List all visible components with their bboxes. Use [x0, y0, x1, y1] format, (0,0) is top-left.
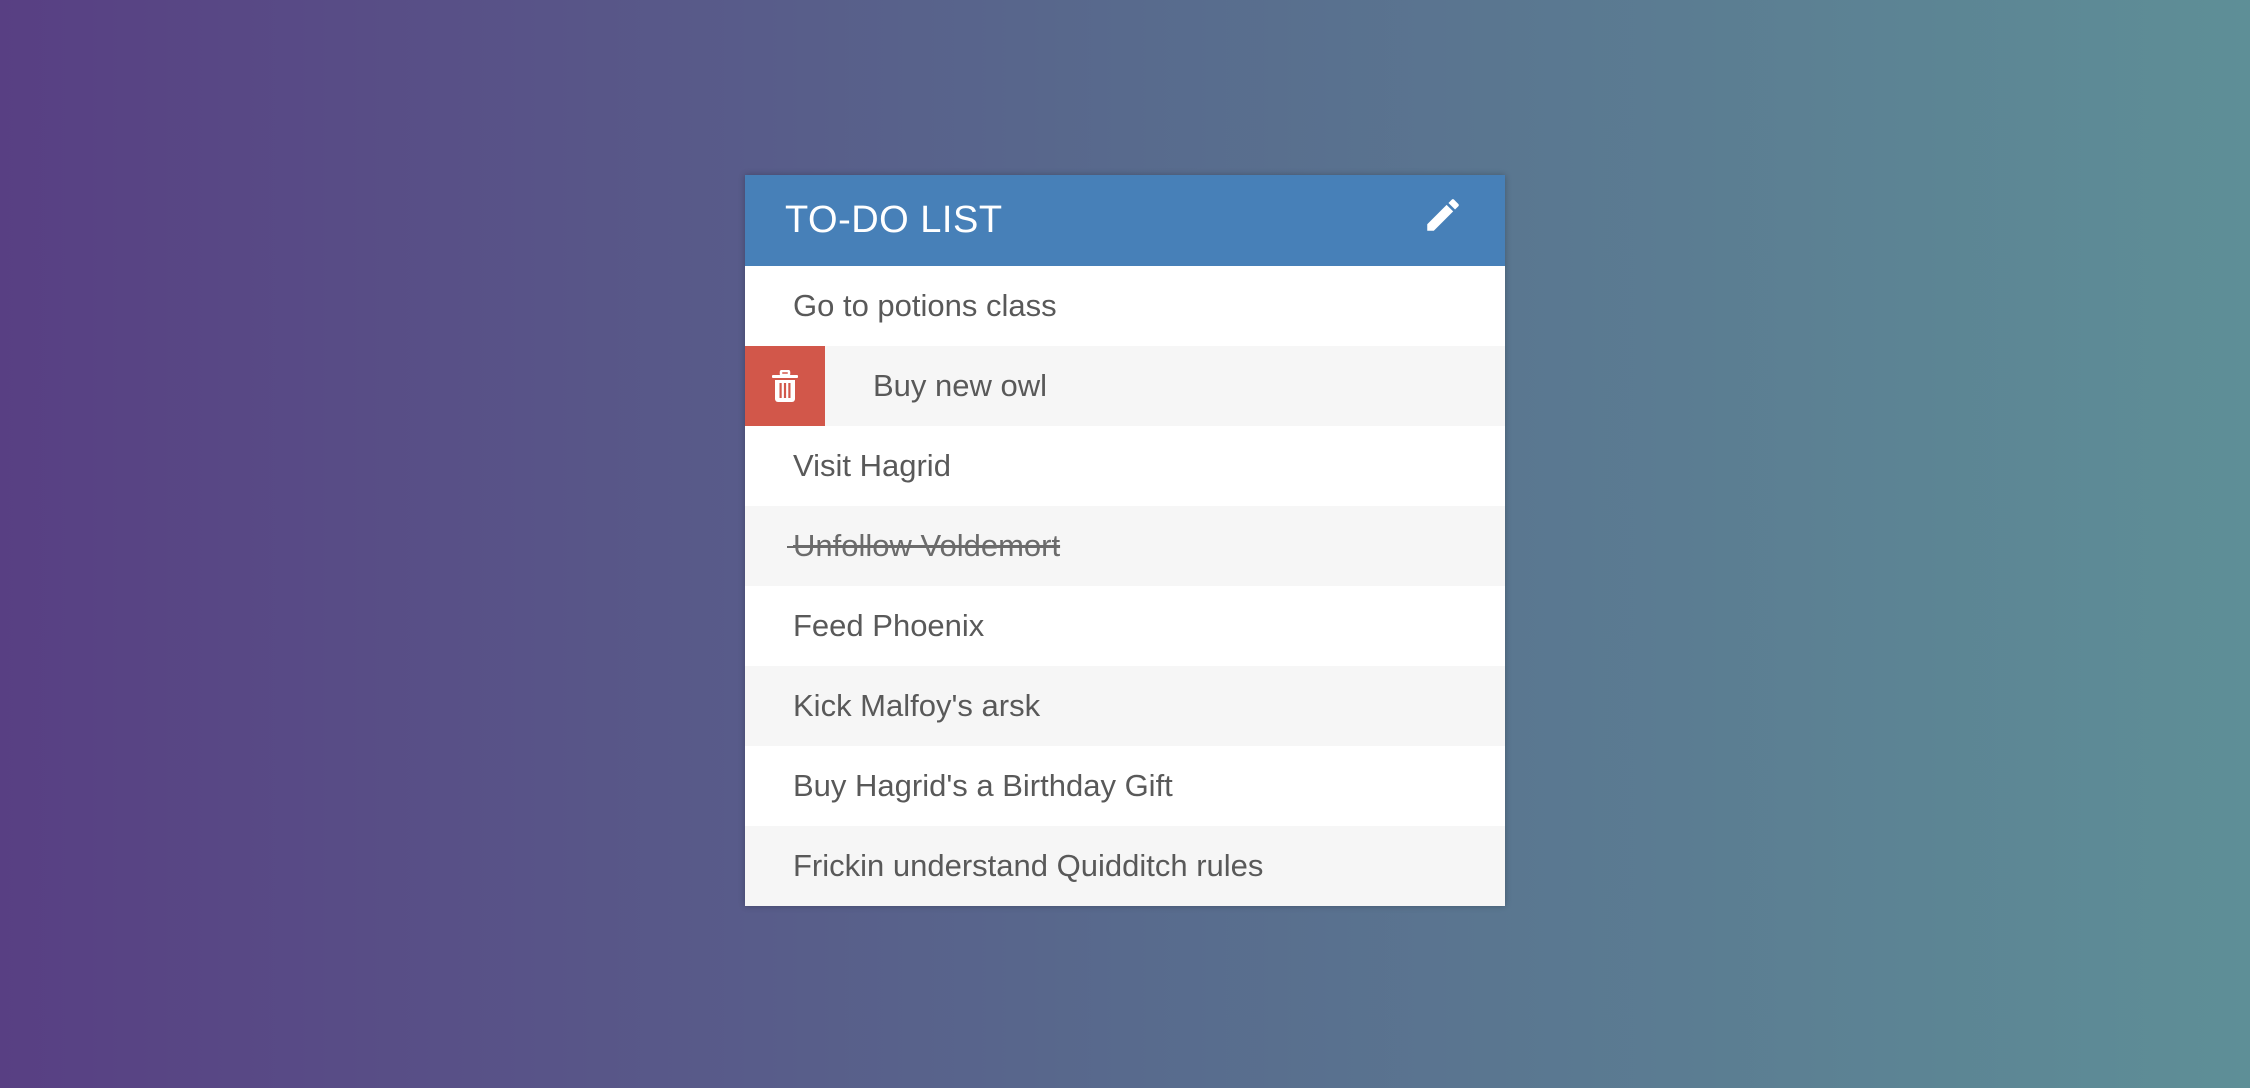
todo-item-text: Go to potions class [793, 288, 1057, 323]
todo-title: TO-DO LIST [785, 199, 1003, 241]
todo-item[interactable]: Unfollow Voldemort [745, 506, 1505, 586]
pencil-icon[interactable] [1419, 191, 1467, 239]
todo-item-text: Frickin understand Quidditch rules [793, 848, 1264, 883]
todo-item[interactable]: Frickin understand Quidditch rules [745, 826, 1505, 906]
todo-item-text: Buy Hagrid's a Birthday Gift [793, 768, 1173, 803]
todo-item[interactable]: Go to potions class [745, 266, 1505, 346]
todo-item[interactable]: Visit Hagrid [745, 426, 1505, 506]
todo-list: Go to potions class Buy new owl Visit Ha… [745, 266, 1505, 906]
todo-item[interactable]: Kick Malfoy's arsk [745, 666, 1505, 746]
todo-header: TO-DO LIST [745, 175, 1505, 266]
todo-item-text: Buy new owl [873, 368, 1048, 403]
todo-item[interactable]: Buy new owl [745, 346, 1505, 426]
todo-card: TO-DO LIST Go to potions class Buy new o… [745, 175, 1505, 906]
todo-item-text: Feed Phoenix [793, 608, 985, 643]
trash-icon[interactable] [745, 346, 825, 426]
pencil-icon-glyph [1427, 198, 1459, 231]
todo-item[interactable]: Feed Phoenix [745, 586, 1505, 666]
todo-item-text: Kick Malfoy's arsk [793, 688, 1041, 723]
todo-item-text: Unfollow Voldemort [745, 528, 1060, 564]
todo-item[interactable]: Buy Hagrid's a Birthday Gift [745, 746, 1505, 826]
todo-item-text: Visit Hagrid [793, 448, 951, 483]
